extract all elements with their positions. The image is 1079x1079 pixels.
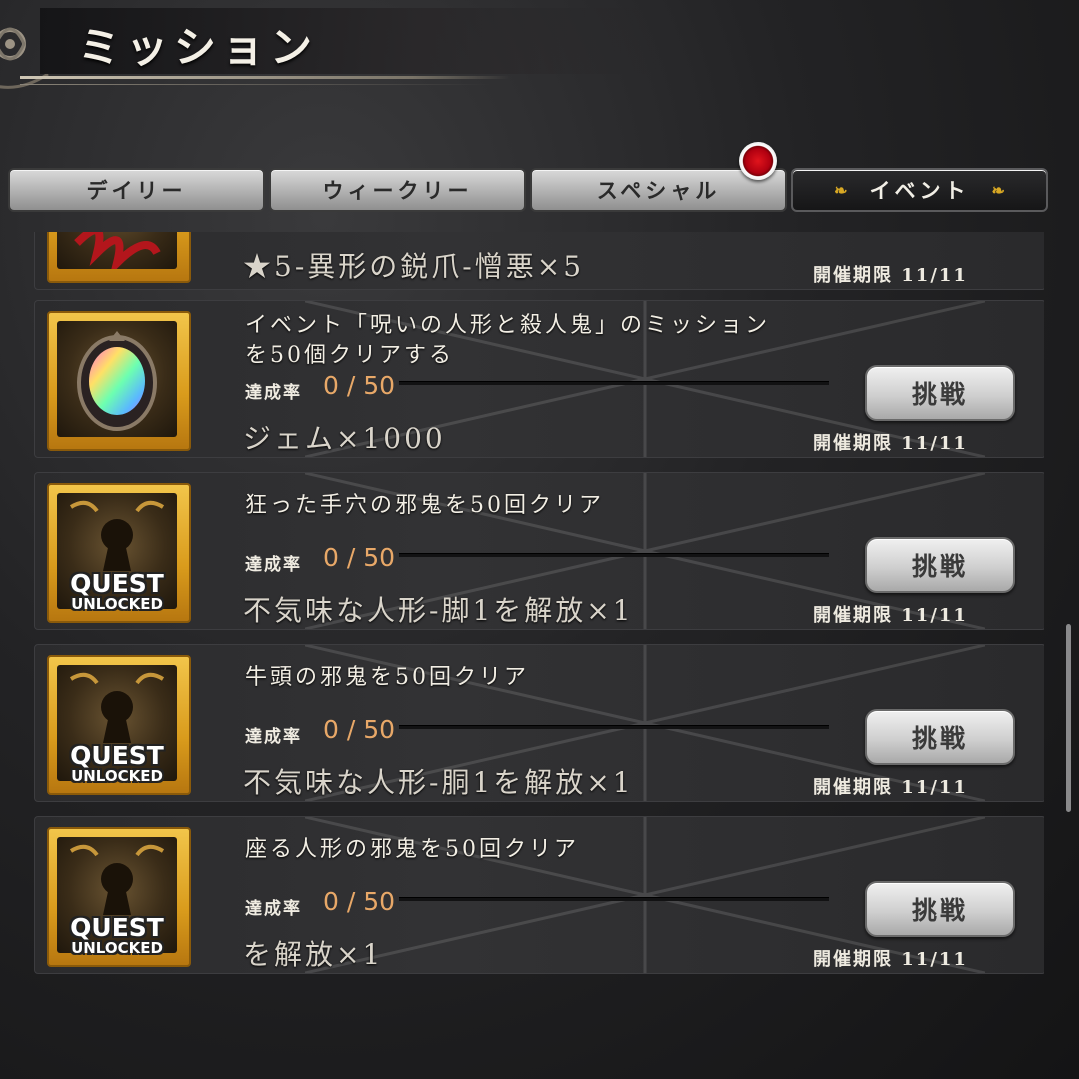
- challenge-button[interactable]: 挑戦: [865, 537, 1015, 593]
- progress-value: 0 / 50: [323, 887, 396, 916]
- deadline-text: 開催期限 11/11: [813, 605, 968, 626]
- tab-weekly[interactable]: ウィークリー: [269, 168, 526, 212]
- quest-label: QUEST: [70, 741, 164, 770]
- tab-bar: デイリー ウィークリー スペシャル ❧ イベント ❧: [8, 142, 1048, 212]
- progress-label: 達成率: [245, 727, 302, 747]
- reward-icon-frame: QUEST UNLOCKED: [47, 483, 191, 623]
- progress-value: 0 / 50: [323, 371, 396, 400]
- reward-text: ★5-異形の鋭爪-憎悪×5: [243, 250, 585, 283]
- mission-row: イベント「呪いの人形と殺人鬼」のミッション を50個クリアする 達成率 0 / …: [34, 300, 1044, 458]
- progress-label: 達成率: [245, 899, 302, 919]
- title-underline: [20, 76, 510, 79]
- deadline-text: 開催期限 11/11: [813, 265, 968, 286]
- header: ミッション: [0, 0, 1079, 150]
- tab-special[interactable]: スペシャル: [530, 142, 787, 212]
- progress-label: 達成率: [245, 555, 302, 575]
- reward-icon-frame: [47, 232, 191, 283]
- progress-bar: [399, 553, 829, 557]
- deadline-text: 開催期限 11/11: [813, 949, 968, 970]
- reward-text: 不気味な人形-脚1を解放×1: [243, 594, 634, 627]
- wing-left-icon: ❧: [834, 180, 848, 200]
- progress-value: 0 / 50: [323, 715, 396, 744]
- reward-icon-frame: [47, 311, 191, 451]
- deadline-text: 開催期限 11/11: [813, 777, 968, 798]
- tab-event[interactable]: ❧ イベント ❧: [791, 168, 1048, 212]
- mission-row: QUEST UNLOCKED 座る人形の邪鬼を50回クリア 達成率 0 / 50…: [34, 816, 1044, 974]
- challenge-button[interactable]: 挑戦: [865, 881, 1015, 937]
- progress-value: 0 / 50: [323, 543, 396, 572]
- progress-label: 達成率: [245, 383, 302, 403]
- progress-bar: [399, 725, 829, 729]
- mission-title: 座る人形の邪鬼を50回クリア: [245, 837, 579, 862]
- unlocked-label: UNLOCKED: [71, 939, 163, 957]
- notification-badge-icon: [739, 142, 777, 180]
- reward-text: ジェム×1000: [243, 422, 446, 455]
- progress-bar: [399, 897, 829, 901]
- mission-row: QUEST UNLOCKED 牛頭の邪鬼を50回クリア 達成率 0 / 50 不…: [34, 644, 1044, 802]
- claw-icon: [74, 232, 161, 269]
- mission-list[interactable]: ★5-異形の鋭爪-憎悪×5 開催期限 11/11 イベント「呪いの人形と殺人鬼」…: [34, 232, 1044, 992]
- challenge-button[interactable]: 挑戦: [865, 709, 1015, 765]
- scrollbar[interactable]: [1066, 624, 1071, 812]
- tab-daily[interactable]: デイリー: [8, 168, 265, 212]
- reward-icon-frame: QUEST UNLOCKED: [47, 827, 191, 967]
- quest-label: QUEST: [70, 569, 164, 598]
- progress-bar: [399, 381, 829, 385]
- quest-label: QUEST: [70, 913, 164, 942]
- unlocked-label: UNLOCKED: [71, 595, 163, 613]
- unlocked-label: UNLOCKED: [71, 767, 163, 785]
- title-underline-thin: [20, 84, 490, 85]
- deadline-text: 開催期限 11/11: [813, 433, 968, 454]
- reward-text: を解放×1: [243, 938, 384, 971]
- mission-row: QUEST UNLOCKED 狂った手穴の邪鬼を50回クリア 達成率 0 / 5…: [34, 472, 1044, 630]
- mission-title: 狂った手穴の邪鬼を50回クリア: [245, 493, 604, 518]
- wing-right-icon: ❧: [991, 180, 1005, 200]
- rainbow-gem-icon: [77, 331, 157, 431]
- mission-row: ★5-異形の鋭爪-憎悪×5 開催期限 11/11: [34, 232, 1044, 290]
- reward-text: 不気味な人形-胴1を解放×1: [243, 766, 634, 799]
- tab-event-label: イベント: [869, 178, 970, 203]
- mission-title: 牛頭の邪鬼を50回クリア: [245, 665, 529, 690]
- tab-special-label: スペシャル: [596, 178, 721, 203]
- page-title: ミッション: [78, 23, 319, 72]
- tab-weekly-label: ウィークリー: [322, 178, 473, 203]
- tab-daily-label: デイリー: [86, 178, 187, 203]
- mission-title: イベント「呪いの人形と殺人鬼」のミッション を50個クリアする: [245, 313, 771, 368]
- challenge-button[interactable]: 挑戦: [865, 365, 1015, 421]
- reward-icon-frame: QUEST UNLOCKED: [47, 655, 191, 795]
